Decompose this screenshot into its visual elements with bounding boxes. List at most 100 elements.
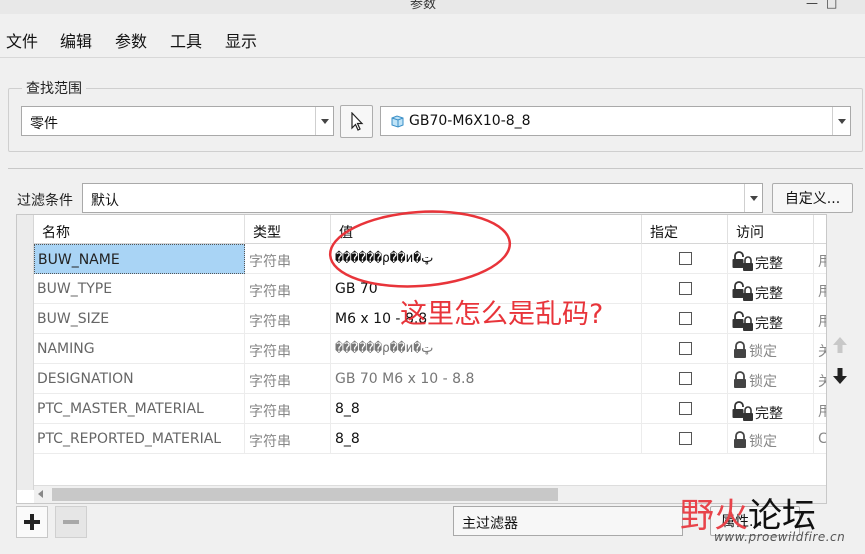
cell-name[interactable]: BUW_NAME bbox=[34, 244, 245, 274]
minus-icon bbox=[63, 520, 79, 524]
cell-name[interactable]: DESIGNATION bbox=[34, 364, 245, 394]
arrow-down-icon[interactable] bbox=[832, 367, 848, 385]
cell-access[interactable]: 完整 bbox=[728, 304, 814, 334]
title-bar: 参数 — □ bbox=[0, 0, 865, 14]
scroll-left-icon[interactable] bbox=[38, 490, 43, 498]
column-header-access[interactable]: 访问 bbox=[728, 215, 814, 244]
menu-bar: 文件 编辑 参数 工具 显示 bbox=[0, 18, 865, 58]
divider bbox=[8, 168, 863, 169]
cell-extra: C bbox=[814, 424, 826, 454]
cell-extra: 关 bbox=[814, 364, 826, 394]
maximize-button[interactable]: □ bbox=[826, 0, 837, 10]
cell-designate bbox=[642, 364, 728, 394]
filter-value: 默认 bbox=[91, 193, 119, 209]
menu-edit[interactable]: 编辑 bbox=[60, 28, 92, 52]
lock-icon bbox=[734, 431, 746, 448]
column-header-designate[interactable]: 指定 bbox=[642, 215, 728, 244]
table-body: BUW_NAME字符串������ρ��и�ټ完整用BUW_TYPE字符串GB … bbox=[34, 244, 826, 454]
cell-value: ������ρ��и�ټ bbox=[331, 334, 642, 364]
cell-access[interactable]: 完整 bbox=[728, 244, 814, 274]
cell-designate bbox=[642, 274, 728, 304]
cell-value[interactable]: ������ρ��и�ټ bbox=[331, 244, 642, 274]
arrow-up-icon[interactable] bbox=[832, 336, 848, 354]
cell-name[interactable]: BUW_SIZE bbox=[34, 304, 245, 334]
plus-icon bbox=[24, 514, 40, 530]
cell-name[interactable]: NAMING bbox=[34, 334, 245, 364]
model-select[interactable]: GB70-M6X10-8_8 bbox=[380, 106, 851, 136]
cell-extra: 用 bbox=[814, 394, 826, 424]
cell-name[interactable]: PTC_REPORTED_MATERIAL bbox=[34, 424, 245, 454]
designate-checkbox[interactable] bbox=[679, 402, 692, 415]
access-label: 锁定 bbox=[749, 434, 777, 450]
annotation-text: 这里怎么是乱码? bbox=[400, 299, 604, 330]
cell-type: 字符串 bbox=[245, 304, 331, 334]
designate-checkbox[interactable] bbox=[679, 282, 692, 295]
select-object-button[interactable] bbox=[340, 105, 373, 138]
scrollbar-thumb[interactable] bbox=[52, 488, 558, 501]
cell-access[interactable]: 锁定 bbox=[728, 364, 814, 394]
lock-icon bbox=[734, 371, 746, 388]
chevron-down-icon[interactable] bbox=[315, 107, 333, 135]
main-filter-select[interactable]: 主过滤器 bbox=[453, 506, 683, 536]
lock-icon bbox=[734, 341, 746, 358]
cell-value[interactable]: 8_8 bbox=[331, 424, 642, 454]
cell-designate bbox=[642, 424, 728, 454]
cell-designate bbox=[642, 394, 728, 424]
object-type-select[interactable]: 零件 bbox=[21, 106, 334, 136]
forum-watermark: 野火论坛 www.proewildfire.cn bbox=[680, 488, 860, 550]
object-type-value: 零件 bbox=[30, 116, 58, 132]
cell-type: 字符串 bbox=[245, 424, 331, 454]
table-row[interactable]: PTC_REPORTED_MATERIAL 字符串 8_8 锁定 C bbox=[34, 424, 826, 454]
access-label: 完整 bbox=[755, 256, 783, 272]
cell-value[interactable]: 8_8 bbox=[331, 394, 642, 424]
access-label: 锁定 bbox=[749, 374, 777, 390]
window-title: 参数 bbox=[410, 0, 437, 12]
remove-parameter-button[interactable] bbox=[55, 506, 87, 538]
cell-type: 字符串 bbox=[245, 244, 331, 274]
arrow-pointer-icon bbox=[350, 111, 363, 131]
minimize-button[interactable]: — bbox=[806, 0, 818, 10]
cell-name[interactable]: BUW_TYPE bbox=[34, 274, 245, 304]
cell-extra: 用 bbox=[814, 304, 826, 334]
table-row[interactable]: PTC_MASTER_MATERIAL字符串8_8 完整 用 bbox=[34, 394, 826, 424]
parameters-table: 名称 类型 值 指定 访问 BUW_NAME字符串������ρ��и�ټ完整用… bbox=[16, 214, 827, 504]
column-header-value[interactable]: 值 bbox=[331, 215, 642, 244]
menu-display[interactable]: 显示 bbox=[225, 28, 257, 52]
cell-designate bbox=[642, 244, 728, 274]
cell-type: 字符串 bbox=[245, 274, 331, 304]
filter-select[interactable]: 默认 bbox=[82, 183, 763, 213]
cell-type: 字符串 bbox=[245, 334, 331, 364]
cell-type: 字符串 bbox=[245, 394, 331, 424]
menu-file[interactable]: 文件 bbox=[6, 28, 38, 52]
chevron-down-icon[interactable] bbox=[744, 184, 762, 212]
main-filter-value: 主过滤器 bbox=[462, 516, 518, 532]
cell-access[interactable]: 完整 bbox=[728, 394, 814, 424]
unlock-icon bbox=[732, 251, 753, 271]
customize-button[interactable]: 自定义... bbox=[772, 183, 853, 213]
cell-extra: 用 bbox=[814, 244, 826, 274]
designate-checkbox[interactable] bbox=[679, 252, 692, 265]
cell-extra: 用 bbox=[814, 274, 826, 304]
menu-parameters[interactable]: 参数 bbox=[115, 28, 147, 52]
table-row[interactable]: DESIGNATION字符串GB 70 M6 x 10 - 8.8 锁定 关 bbox=[34, 364, 826, 394]
table-header: 名称 类型 值 指定 访问 bbox=[34, 215, 826, 244]
add-parameter-button[interactable] bbox=[16, 506, 48, 538]
access-label: 锁定 bbox=[749, 344, 777, 360]
column-header-extra[interactable] bbox=[814, 215, 826, 244]
table-row[interactable]: BUW_NAME字符串������ρ��и�ټ 完整 用 bbox=[34, 244, 826, 274]
designate-checkbox[interactable] bbox=[679, 432, 692, 445]
designate-checkbox[interactable] bbox=[679, 342, 692, 355]
cell-designate bbox=[642, 304, 728, 334]
cell-access[interactable]: 锁定 bbox=[728, 334, 814, 364]
column-header-name[interactable]: 名称 bbox=[34, 215, 245, 244]
column-header-type[interactable]: 类型 bbox=[245, 215, 331, 244]
cell-access[interactable]: 完整 bbox=[728, 274, 814, 304]
cell-extra: 关 bbox=[814, 334, 826, 364]
menu-tools[interactable]: 工具 bbox=[170, 28, 202, 52]
cell-access[interactable]: 锁定 bbox=[728, 424, 814, 454]
table-row[interactable]: NAMING字符串������ρ��и�ټ 锁定 关 bbox=[34, 334, 826, 364]
designate-checkbox[interactable] bbox=[679, 312, 692, 325]
designate-checkbox[interactable] bbox=[679, 372, 692, 385]
chevron-down-icon[interactable] bbox=[832, 107, 850, 135]
cell-name[interactable]: PTC_MASTER_MATERIAL bbox=[34, 394, 245, 424]
